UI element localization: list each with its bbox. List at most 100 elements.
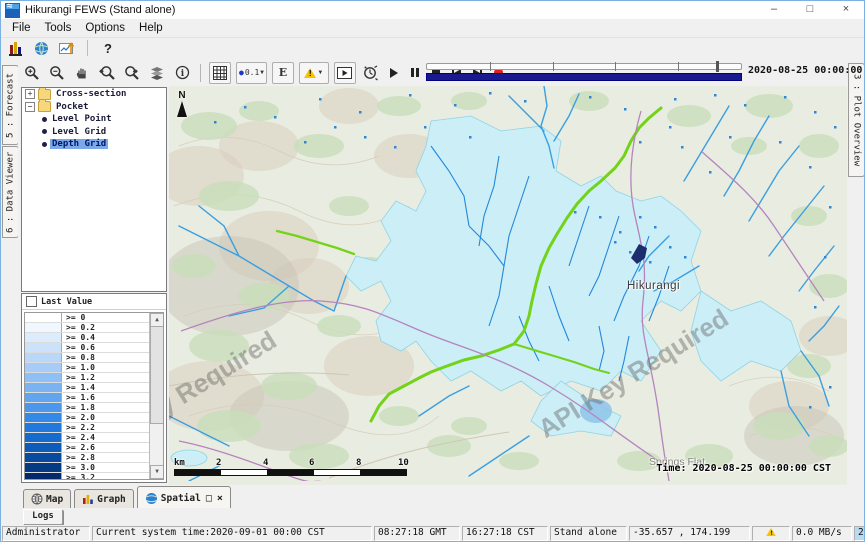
status-user: Administrator bbox=[2, 526, 90, 541]
tab-restore-icon[interactable]: □ bbox=[206, 493, 212, 504]
legend-swatch bbox=[25, 353, 62, 362]
legend-row[interactable]: >= 0.8 bbox=[25, 353, 150, 363]
status-warning-cell[interactable] bbox=[752, 526, 790, 541]
legend-label: >= 2.8 bbox=[62, 453, 95, 462]
legend-label: >= 1.8 bbox=[62, 403, 95, 412]
main-toolbar: ? bbox=[1, 37, 864, 60]
tree-item-level-grid[interactable]: Level Grid bbox=[22, 126, 166, 139]
legend-row[interactable]: >= 0.2 bbox=[25, 323, 150, 333]
legend-row[interactable]: >= 2.2 bbox=[25, 423, 150, 433]
right-tab-strip: 3 : Plot Overview bbox=[846, 59, 864, 488]
zoom-in-icon[interactable] bbox=[22, 63, 42, 83]
legend-swatch bbox=[25, 443, 62, 452]
tab-spatial[interactable]: Spatial □ × bbox=[137, 486, 231, 509]
globe-wire-icon bbox=[31, 493, 43, 505]
folder-open-icon bbox=[38, 101, 51, 112]
timeline-date: 2020-08-25 00:00:00 CST bbox=[748, 65, 865, 76]
minimize-button[interactable]: – bbox=[756, 1, 792, 19]
bottom-tab-bar: Map Graph Spatial □ × bbox=[1, 485, 864, 509]
maximize-button[interactable]: □ bbox=[792, 1, 828, 19]
chevron-down-icon: ▼ bbox=[260, 69, 264, 76]
tab-graph[interactable]: Graph bbox=[74, 489, 134, 508]
legend-row[interactable]: >= 0.4 bbox=[25, 333, 150, 343]
logs-button[interactable]: Logs bbox=[23, 509, 63, 525]
chart-export-icon[interactable] bbox=[57, 38, 77, 58]
animation-export-icon[interactable] bbox=[334, 62, 356, 84]
help-icon[interactable]: ? bbox=[98, 38, 118, 58]
legend-row[interactable]: >= 1.2 bbox=[25, 373, 150, 383]
classification-button[interactable]: E bbox=[272, 62, 294, 84]
legend-label: >= 2.4 bbox=[62, 433, 95, 442]
legend-row[interactable]: >= 3.0 bbox=[25, 463, 150, 473]
legend-row[interactable]: >= 0.6 bbox=[25, 343, 150, 353]
legend-row[interactable]: >= 3.2 bbox=[25, 473, 150, 480]
legend-swatch bbox=[25, 403, 62, 412]
zoom-next-icon[interactable] bbox=[122, 63, 142, 83]
menu-options[interactable]: Options bbox=[78, 21, 132, 35]
status-system-time: Current system time:2020-09-01 00:00 CST bbox=[92, 526, 372, 541]
bar-chart-icon bbox=[82, 493, 94, 505]
tree-item-label: Depth Grid bbox=[50, 139, 108, 149]
collapse-icon[interactable]: − bbox=[25, 102, 35, 112]
legend-row[interactable]: >= 2.4 bbox=[25, 433, 150, 443]
warning-icon bbox=[766, 528, 776, 536]
legend-label: >= 0.4 bbox=[62, 333, 95, 342]
menu-help[interactable]: Help bbox=[132, 21, 170, 35]
zoom-previous-icon[interactable] bbox=[97, 63, 117, 83]
menu-file[interactable]: File bbox=[5, 21, 38, 35]
timeline-handle[interactable] bbox=[716, 61, 719, 72]
legend-row[interactable]: >= 1.4 bbox=[25, 383, 150, 393]
tree-item-pocket[interactable]: − Pocket bbox=[22, 101, 166, 114]
layers-icon[interactable] bbox=[147, 63, 167, 83]
legend-row[interactable]: >= 1.8 bbox=[25, 403, 150, 413]
archive-icon[interactable] bbox=[5, 38, 25, 58]
last-value-checkbox[interactable] bbox=[26, 296, 37, 307]
legend-scrollbar[interactable]: ▲ ▼ bbox=[149, 313, 163, 479]
legend-row[interactable]: >= 2.0 bbox=[25, 413, 150, 423]
tree-item-label: Level Grid bbox=[50, 127, 108, 137]
interval-dropdown[interactable]: ● 0.1 ▼ bbox=[236, 62, 267, 84]
tab-close-icon[interactable]: × bbox=[217, 493, 223, 504]
zoom-out-icon[interactable] bbox=[47, 63, 67, 83]
legend-row[interactable]: >= 1.0 bbox=[25, 363, 150, 373]
menu-tools[interactable]: Tools bbox=[38, 21, 79, 35]
legend-row[interactable]: >= 1.6 bbox=[25, 393, 150, 403]
map-time-label: Time: 2020-08-25 00:00:00 CST bbox=[656, 463, 831, 474]
pan-hand-icon[interactable] bbox=[72, 63, 92, 83]
time-navigator-icon[interactable] bbox=[361, 63, 381, 83]
tab-map[interactable]: Map bbox=[23, 489, 71, 508]
grid-icon[interactable] bbox=[209, 62, 231, 84]
scrollbar-thumb[interactable] bbox=[150, 326, 164, 424]
tab-forecast[interactable]: 5 : Forecast bbox=[2, 65, 19, 145]
tab-plot-overview[interactable]: 3 : Plot Overview bbox=[848, 63, 865, 177]
scroll-down-icon[interactable]: ▼ bbox=[150, 465, 164, 479]
map-canvas[interactable] bbox=[169, 86, 847, 481]
interval-value: 0.1 bbox=[245, 68, 259, 77]
legend-swatch bbox=[25, 333, 62, 342]
globe-icon[interactable] bbox=[31, 38, 51, 58]
info-icon[interactable]: i bbox=[172, 63, 192, 83]
timeline-slider[interactable] bbox=[426, 63, 742, 82]
map-view[interactable]: API Key Required API Key Required N Hiku… bbox=[169, 86, 847, 486]
tree-item-level-point[interactable]: Level Point bbox=[22, 113, 166, 126]
legend-swatch bbox=[25, 413, 62, 422]
legend-label: >= 0 bbox=[62, 313, 85, 322]
legend-swatch bbox=[25, 363, 62, 372]
expand-icon[interactable]: + bbox=[25, 89, 35, 99]
legend-row[interactable]: >= 0 bbox=[25, 313, 150, 323]
legend-label: >= 0.8 bbox=[62, 353, 95, 362]
warning-dropdown[interactable]: ▼ bbox=[299, 62, 329, 84]
status-gmt-time: 08:27:18 GMT bbox=[374, 526, 460, 541]
tree-item-label: Cross-section bbox=[54, 89, 128, 99]
scroll-up-icon[interactable]: ▲ bbox=[150, 313, 164, 327]
title-bar: Hikurangi FEWS (Stand alone) – □ × bbox=[1, 1, 864, 19]
timeline-rail[interactable] bbox=[426, 63, 742, 70]
tab-data-viewer[interactable]: 6 : Data Viewer bbox=[2, 146, 19, 238]
chevron-down-icon: ▼ bbox=[317, 70, 323, 76]
close-button[interactable]: × bbox=[828, 1, 864, 19]
play-button[interactable] bbox=[386, 65, 402, 81]
pause-button[interactable] bbox=[407, 65, 423, 81]
legend-row[interactable]: >= 2.6 bbox=[25, 443, 150, 453]
tree-item-depth-grid[interactable]: Depth Grid bbox=[22, 138, 166, 151]
legend-row[interactable]: >= 2.8 bbox=[25, 453, 150, 463]
